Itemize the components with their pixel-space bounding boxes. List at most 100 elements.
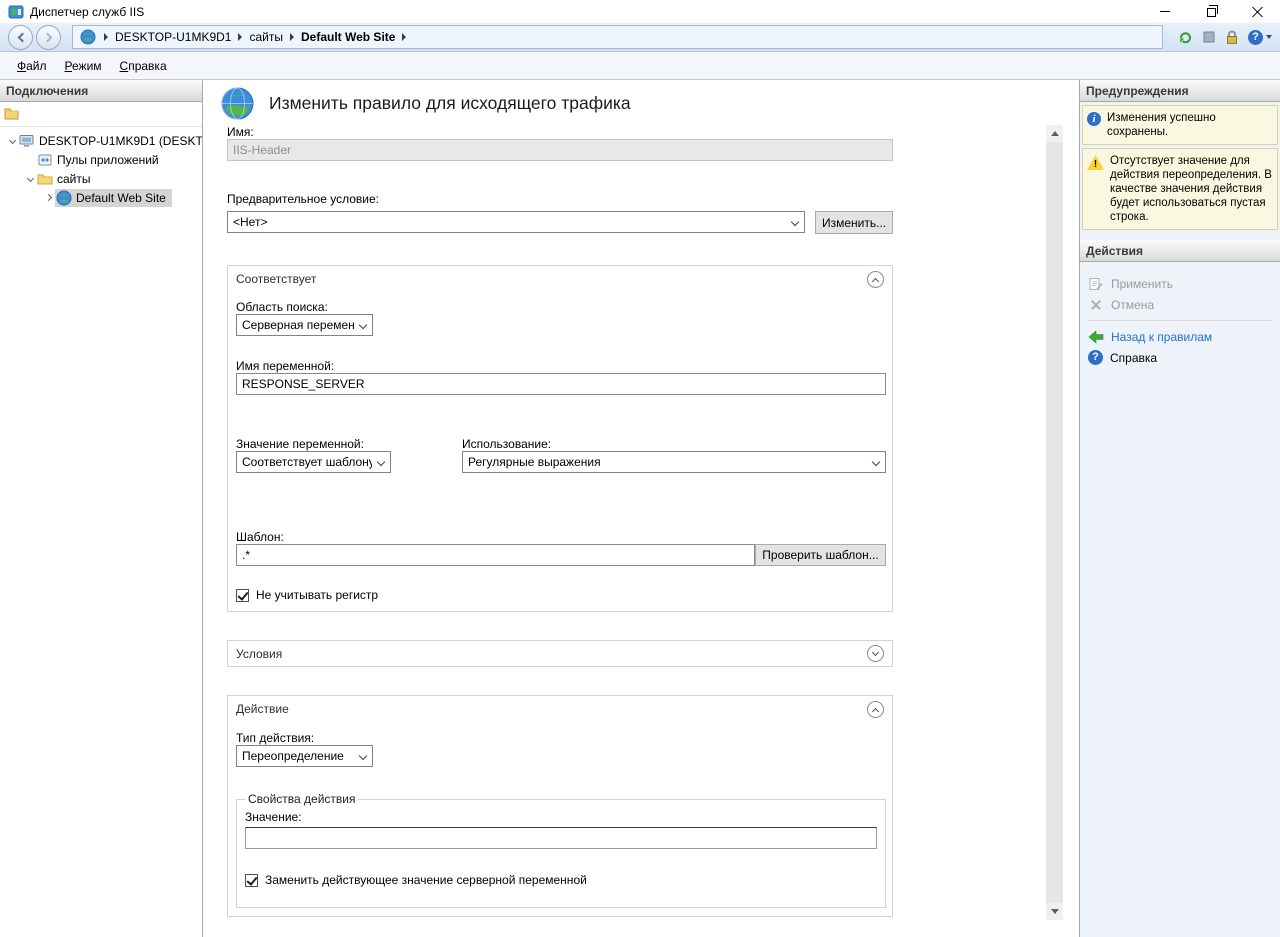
scrollbar-track[interactable]	[1046, 142, 1063, 903]
site-globe-icon	[80, 29, 96, 45]
conditions-section-header[interactable]: Условия	[228, 641, 892, 666]
selected-tree-item[interactable]: Default Web Site	[55, 189, 172, 207]
help-label: Справка	[1110, 351, 1157, 365]
back-to-rules-link[interactable]: Назад к правилам	[1088, 326, 1272, 347]
breadcrumb-item-sites[interactable]: сайты	[248, 30, 284, 44]
expand-section-button[interactable]	[867, 645, 884, 662]
collapse-section-button[interactable]	[867, 271, 884, 288]
vertical-scrollbar[interactable]	[1046, 125, 1063, 920]
collapse-section-button[interactable]	[867, 701, 884, 718]
apply-action: Применить	[1088, 273, 1272, 294]
connections-header: Подключения	[0, 80, 202, 102]
menu-bar: Файл Режим Справка	[0, 52, 1280, 80]
menu-file[interactable]: Файл	[8, 55, 56, 77]
scroll-down-button[interactable]	[1046, 903, 1063, 920]
action-properties-group: Свойства действия Значение: Заменить дей…	[236, 792, 886, 908]
variable-name-input[interactable]	[236, 373, 886, 395]
scope-select[interactable]: Серверная переменн	[236, 314, 373, 336]
test-pattern-button[interactable]: Проверить шаблон...	[755, 544, 886, 566]
chevron-up-icon	[872, 707, 879, 714]
application-pools-icon	[37, 152, 53, 168]
back-green-arrow-icon	[1088, 329, 1104, 345]
tree-item-sites[interactable]: сайты	[0, 169, 202, 188]
variable-value-select[interactable]: Соответствует шаблону	[236, 451, 391, 473]
alerts-header: Предупреждения	[1080, 80, 1280, 102]
replace-value-checkbox[interactable]	[245, 874, 258, 887]
using-select[interactable]: Регулярные выражения	[462, 451, 886, 473]
website-globe-icon	[56, 190, 72, 206]
pattern-input[interactable]	[236, 544, 755, 566]
action-type-select[interactable]: Переопределение	[236, 745, 373, 767]
forward-button[interactable]	[36, 25, 61, 50]
ignore-case-label: Не учитывать регистр	[256, 588, 378, 602]
tree-item-label: Пулы приложений	[57, 153, 161, 167]
tree-item-app-pools[interactable]: Пулы приложений	[0, 150, 202, 169]
breadcrumb-item-default-web-site[interactable]: Default Web Site	[300, 30, 396, 44]
window-controls	[1142, 0, 1280, 23]
help-icon: ?	[1088, 350, 1103, 365]
using-label: Использование:	[462, 437, 551, 451]
tree-item-label: Default Web Site	[76, 191, 168, 205]
back-button[interactable]	[8, 25, 33, 50]
menu-help[interactable]: Справка	[111, 55, 176, 77]
folder-icon	[37, 171, 53, 187]
breadcrumb-item-server[interactable]: DESKTOP-U1MK9D1	[114, 30, 232, 44]
restore-icon	[1207, 8, 1216, 17]
tree-item-label: сайты	[57, 172, 93, 186]
name-label: Имя:	[227, 125, 254, 139]
scroll-up-icon	[1051, 131, 1059, 136]
expanded-chevron-icon[interactable]	[5, 138, 19, 143]
actions-list: Применить Отмена Назад к правилам ? Спра…	[1080, 262, 1280, 379]
scroll-up-button[interactable]	[1046, 125, 1063, 142]
help-link[interactable]: ? Справка	[1088, 347, 1272, 368]
match-section-header[interactable]: Соответствует	[228, 266, 892, 292]
server-icon	[19, 133, 35, 149]
alerts-area: i Изменения успешно сохранены. ! Отсутст…	[1080, 102, 1280, 240]
breadcrumb-separator-icon	[402, 33, 406, 41]
stop-icon[interactable]	[1202, 30, 1216, 44]
apply-icon	[1088, 276, 1104, 292]
page-title: Изменить правило для исходящего трафика	[269, 93, 631, 114]
chevron-down-icon	[791, 218, 799, 226]
breadcrumb-separator-icon	[238, 33, 242, 41]
back-to-rules-label: Назад к правилам	[1111, 330, 1212, 344]
chevron-down-icon	[359, 752, 367, 760]
expanded-chevron-icon[interactable]	[23, 176, 37, 181]
addressbar-icons: ?	[1177, 29, 1272, 45]
precondition-edit-button[interactable]: Изменить...	[815, 211, 893, 234]
warning-icon: !	[1087, 155, 1104, 170]
minimize-button[interactable]	[1142, 0, 1188, 23]
action-section-header[interactable]: Действие	[228, 696, 892, 722]
scrollbar-thumb[interactable]	[1046, 142, 1063, 903]
page-globe-icon	[221, 87, 254, 120]
lock-icon[interactable]	[1225, 29, 1239, 45]
right-panel: Предупреждения i Изменения успешно сохра…	[1080, 80, 1280, 937]
name-input	[227, 139, 893, 161]
app-icon	[8, 4, 24, 20]
ignore-case-checkbox[interactable]	[236, 589, 249, 602]
restore-button[interactable]	[1188, 0, 1234, 23]
replace-value-row[interactable]: Заменить действующее значение серверной …	[245, 873, 877, 887]
tree-item-server[interactable]: DESKTOP-U1MK9D1 (DESKTOI	[0, 131, 202, 150]
menu-view[interactable]: Режим	[56, 55, 111, 77]
info-icon: i	[1087, 112, 1101, 126]
action-properties-title: Свойства действия	[245, 792, 358, 806]
ignore-case-row[interactable]: Не учитывать регистр	[236, 588, 378, 602]
connections-tree: DESKTOP-U1MK9D1 (DESKTOI Пулы приложений…	[0, 127, 202, 207]
action-section: Действие Тип действия: Переопределение С…	[227, 695, 893, 917]
value-input[interactable]	[245, 827, 877, 849]
collapsed-chevron-icon[interactable]	[41, 195, 55, 200]
save-connections-icon[interactable]	[4, 106, 20, 122]
restart-icon[interactable]	[1177, 29, 1193, 45]
warning-alert-text: Отсутствует значение для действия переоп…	[1110, 154, 1273, 224]
chevron-up-icon	[872, 277, 879, 284]
help-menu-icon[interactable]: ?	[1248, 30, 1272, 45]
cancel-icon	[1088, 297, 1104, 313]
close-button[interactable]	[1234, 0, 1280, 23]
chevron-down-icon	[1266, 35, 1272, 39]
precondition-select[interactable]: <Нет>	[227, 211, 805, 233]
tree-item-default-web-site[interactable]: Default Web Site	[0, 188, 202, 207]
scroll-down-icon	[1051, 909, 1059, 914]
actions-separator	[1088, 320, 1272, 321]
minimize-icon	[1160, 11, 1170, 12]
